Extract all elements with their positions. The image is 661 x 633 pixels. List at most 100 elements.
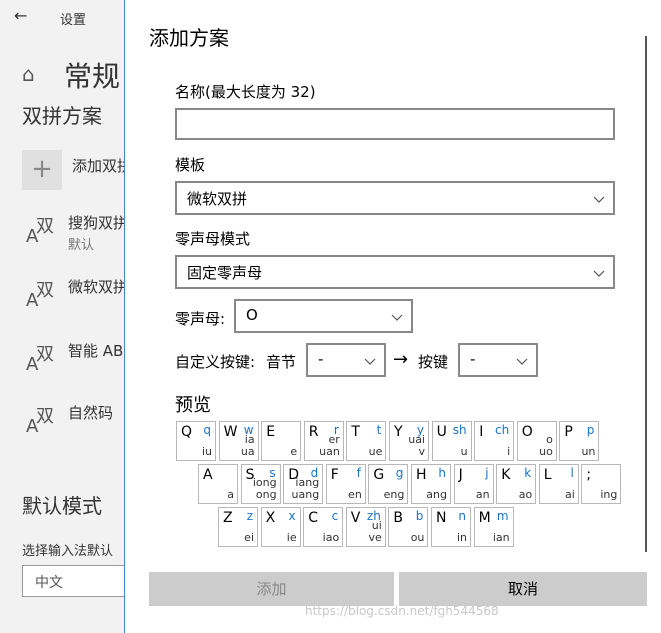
chevron-down-icon xyxy=(516,358,528,365)
zero-mode-dropdown[interactable]: 固定零声母 xyxy=(175,255,615,289)
page-title: 常规 xyxy=(64,60,121,93)
key-initial: t xyxy=(376,423,382,437)
dialog-scrollbar[interactable] xyxy=(645,36,647,552)
keyboard-key: Ll ai xyxy=(538,464,579,504)
key-final: uai v xyxy=(408,433,425,458)
key-initial: k xyxy=(524,466,532,480)
key-final: ue xyxy=(368,445,383,458)
watermark: https://blog.csdn.net/fgh544568 xyxy=(305,604,499,618)
keyboard-key: Rr er uan xyxy=(303,421,344,461)
key-initial: n xyxy=(458,509,466,523)
keyboard-key: Hh ang xyxy=(411,464,451,504)
key-final: en xyxy=(348,488,362,501)
keyboard-key: Jj an xyxy=(453,464,494,504)
key-initial: ch xyxy=(494,423,510,437)
key-letter: M xyxy=(478,510,491,526)
key-initial: m xyxy=(496,509,509,523)
cancel-button[interactable]: 取消 xyxy=(399,572,647,606)
keyboard-key: Oo uo xyxy=(516,421,557,461)
zero-initial-dropdown[interactable]: O xyxy=(234,299,413,333)
syllable-value: - xyxy=(318,350,324,368)
dialog-title: 添加方案 xyxy=(149,26,229,50)
shuangpin-icon: A双 xyxy=(26,344,54,375)
keyboard-key: Tt ue xyxy=(346,421,387,461)
key-final: a xyxy=(227,488,234,501)
key-final: o uo xyxy=(539,433,553,458)
key-final: er uan xyxy=(319,433,340,458)
key-letter: U xyxy=(436,424,447,440)
keyboard-key: Kk ao xyxy=(496,464,537,504)
key-letter: T xyxy=(351,424,360,440)
name-input[interactable] xyxy=(175,108,615,140)
key-initial: b xyxy=(415,509,424,523)
key-final: iong ong xyxy=(252,476,277,501)
key-letter: K xyxy=(501,467,511,483)
key-letter: I xyxy=(479,424,484,440)
key-final: iu xyxy=(201,445,212,458)
add-button[interactable]: 添加 xyxy=(149,572,394,606)
chevron-down-icon xyxy=(593,196,605,203)
key-letter: H xyxy=(416,467,427,483)
home-icon[interactable]: ⌂ xyxy=(22,62,35,86)
keyboard-key: Ff en xyxy=(325,464,366,504)
keyboard-key: Dd iang uang xyxy=(283,464,324,504)
key-initial: z xyxy=(246,509,253,523)
key-initial: q xyxy=(203,423,211,437)
shuangpin-icon: A双 xyxy=(26,216,54,247)
keyboard-key: Ss iong ong xyxy=(240,464,281,504)
key-initial: p xyxy=(586,423,595,437)
key-final: ang xyxy=(426,488,447,501)
keyboard-key: Ich i xyxy=(474,421,515,461)
add-scheme-icon[interactable]: + xyxy=(22,150,62,190)
key-initial: h xyxy=(438,466,446,480)
keyboard-key: Yy uai v xyxy=(389,421,429,461)
keyboard-key: Vzh ui ve xyxy=(345,507,386,547)
key-letter: N xyxy=(436,510,447,526)
template-dropdown[interactable]: 微软双拼 xyxy=(175,181,615,215)
key-final: ui ve xyxy=(368,519,382,544)
name-label: 名称(最大长度为 32) xyxy=(175,83,316,101)
template-value: 微软双拼 xyxy=(187,190,248,208)
key-letter: Q xyxy=(181,424,193,440)
zero-initial-value: O xyxy=(246,306,258,324)
chevron-down-icon xyxy=(391,314,403,321)
syllable-dropdown[interactable]: - xyxy=(306,343,386,377)
shuangpin-icon: A双 xyxy=(26,406,54,437)
key-final: ing xyxy=(600,488,618,501)
key-letter: A xyxy=(203,467,213,483)
section-title-shuangpin: 双拼方案 xyxy=(22,104,102,128)
scheme-name: 搜狗双拼 xyxy=(68,214,129,232)
key-final: iao xyxy=(322,531,340,544)
chevron-down-icon xyxy=(364,358,376,365)
preview-label: 预览 xyxy=(175,395,211,416)
key-final: ou xyxy=(410,531,425,544)
keyboard-key: Mm ian xyxy=(473,507,514,547)
key-letter: R xyxy=(308,424,319,440)
back-arrow-icon[interactable]: ← xyxy=(14,6,27,25)
arrow-right-icon: → xyxy=(393,349,409,370)
key-letter: V xyxy=(350,510,361,526)
key-final: eng xyxy=(383,488,405,501)
keyboard-key: Ww ia ua xyxy=(218,421,259,461)
key-final: i xyxy=(507,445,511,458)
zero-mode-value: 固定零声母 xyxy=(187,264,263,282)
key-letter: F xyxy=(330,467,339,483)
custom-key-label: 自定义按键: xyxy=(175,353,256,371)
key-letter: E xyxy=(266,424,276,440)
key-label: 按键 xyxy=(418,353,449,371)
key-letter: ; xyxy=(586,467,592,483)
key-letter: X xyxy=(265,510,276,526)
key-letter: W xyxy=(223,424,238,440)
keyboard-key: Nn in xyxy=(431,507,471,547)
keyboard-key: Cc iao xyxy=(303,507,344,547)
key-dropdown[interactable]: - xyxy=(458,343,538,377)
syllable-label: 音节 xyxy=(266,353,297,371)
scheme-name: 自然码 xyxy=(68,404,114,422)
key-letter: L xyxy=(543,467,552,483)
key-letter: C xyxy=(308,510,318,526)
scheme-sub: 默认 xyxy=(68,238,95,253)
key-final: ai xyxy=(565,488,575,501)
key-final: e xyxy=(290,445,298,458)
key-letter: Z xyxy=(223,510,233,526)
add-scheme-label[interactable]: 添加双拼 xyxy=(72,155,132,176)
